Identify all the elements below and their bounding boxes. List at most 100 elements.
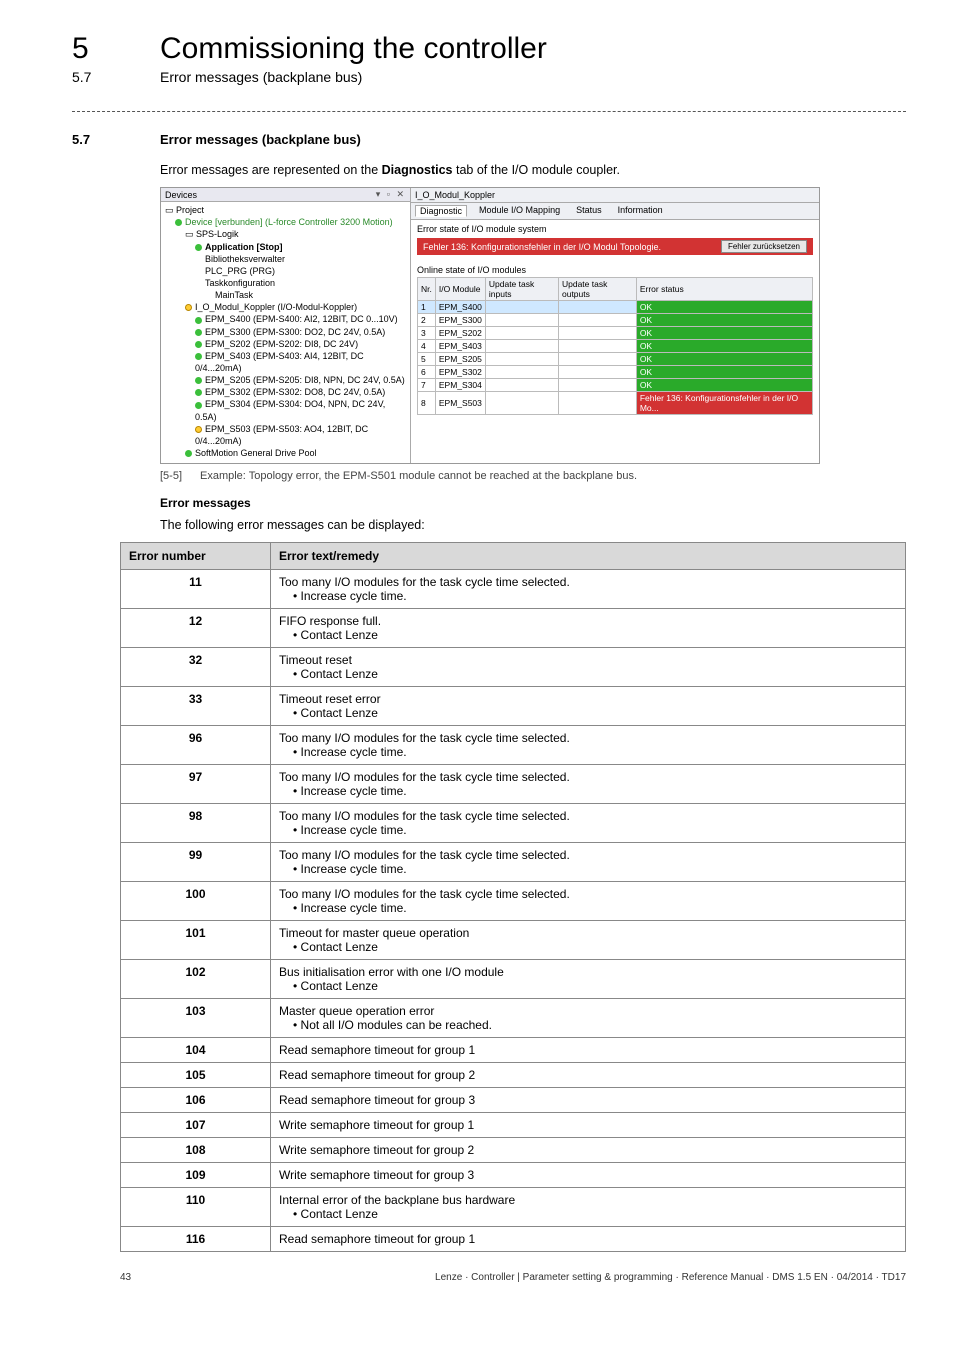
module-table-cell: EPM_S403 <box>435 340 485 353</box>
status-dot-icon <box>185 450 192 457</box>
devices-panel-header: Devices ▾ ▫ ✕ <box>161 188 410 202</box>
status-dot-icon <box>175 219 182 226</box>
module-table-header: I/O Module <box>435 278 485 301</box>
intro-text-pre: Error messages are represented on the <box>160 163 382 177</box>
error-number-cell: 12 <box>121 609 271 648</box>
error-banner-text: Fehler 136: Konfigurationsfehler in der … <box>423 242 661 252</box>
tree-device-label: Device [verbunden] (L-force Controller 3… <box>185 217 393 227</box>
error-number-cell: 96 <box>121 726 271 765</box>
error-messages-lead: The following error messages can be disp… <box>160 516 906 534</box>
error-text-cell: Write semaphore timeout for group 2 <box>271 1138 906 1163</box>
status-dot-icon <box>195 341 202 348</box>
error-text-cell: Timeout reset• Contact Lenze <box>271 648 906 687</box>
module-table-cell <box>485 379 558 392</box>
editor-tab[interactable]: Diagnostic <box>415 205 467 217</box>
error-number-cell: 103 <box>121 999 271 1038</box>
tree-project: ▭ Project <box>165 204 408 216</box>
editor-tab[interactable]: Module I/O Mapping <box>475 205 564 217</box>
error-number-cell: 102 <box>121 960 271 999</box>
module-table-cell: 7 <box>418 379 436 392</box>
error-number-cell: 106 <box>121 1088 271 1113</box>
tree-module: EPM_S205 (EPM-S205: DI8, NPN, DC 24V, 0.… <box>165 374 408 386</box>
tree-task-label: Taskkonfiguration <box>205 278 275 288</box>
tree-app-label: Application [Stop] <box>205 242 283 252</box>
error-table-row: 103Master queue operation error• Not all… <box>121 999 906 1038</box>
module-table-cell <box>485 301 558 314</box>
error-table-row: 101Timeout for master queue operation• C… <box>121 921 906 960</box>
module-table-cell: EPM_S503 <box>435 392 485 415</box>
module-table-cell: EPM_S304 <box>435 379 485 392</box>
module-table-row: 7EPM_S304 OK <box>418 379 813 392</box>
tree-lib-label: Bibliotheksverwalter <box>205 254 285 264</box>
tree-application: Application [Stop] <box>165 241 408 253</box>
devices-panel: Devices ▾ ▫ ✕ ▭ Project Device [verbunde… <box>161 188 411 463</box>
module-table-header: Error status <box>636 278 812 301</box>
error-number-cell: 110 <box>121 1188 271 1227</box>
error-table-row: 108Write semaphore timeout for group 2 <box>121 1138 906 1163</box>
error-number-cell: 101 <box>121 921 271 960</box>
tree-module: EPM_S202 (EPM-S202: DI8, DC 24V) <box>165 338 408 350</box>
error-text-cell: FIFO response full.• Contact Lenze <box>271 609 906 648</box>
tree-module: EPM_S304 (EPM-S304: DO4, NPN, DC 24V, 0.… <box>165 398 408 422</box>
error-number-cell: 33 <box>121 687 271 726</box>
module-table-cell: OK <box>636 314 812 327</box>
module-table-row: 5EPM_S205OK <box>418 353 813 366</box>
editor-panel: I_O_Modul_Koppler Diagnostic Module I/O M… <box>411 188 819 463</box>
module-table-row: 4EPM_S403OK <box>418 340 813 353</box>
tree-plc: PLC_PRG (PRG) <box>165 265 408 277</box>
error-table-row: 100Too many I/O modules for the task cyc… <box>121 882 906 921</box>
error-state-label: Error state of I/O module system <box>411 220 819 236</box>
error-messages-heading: Error messages <box>160 496 906 510</box>
caption-number: [5-5] <box>160 470 200 482</box>
error-banner: Fehler 136: Konfigurationsfehler in der … <box>417 238 813 255</box>
section-number: 5.7 <box>72 132 160 147</box>
module-table-row: 8EPM_S503Fehler 136: Konfigurationsfehle… <box>418 392 813 415</box>
error-table-row: 96Too many I/O modules for the task cycl… <box>121 726 906 765</box>
module-table-cell <box>558 314 636 327</box>
error-table-col-text: Error text/remedy <box>271 543 906 570</box>
intro-text-bold: Diagnostics <box>382 163 453 177</box>
tree-module: EPM_S403 (EPM-S403: AI4, 12BIT, DC 0/4..… <box>165 350 408 374</box>
error-table-row: 98Too many I/O modules for the task cycl… <box>121 804 906 843</box>
status-dot-icon <box>195 402 202 409</box>
warning-dot-icon <box>185 304 192 311</box>
editor-file-tabs: I_O_Modul_Koppler <box>411 188 819 203</box>
error-number-cell: 104 <box>121 1038 271 1063</box>
module-table-cell <box>558 340 636 353</box>
module-table-cell <box>485 327 558 340</box>
module-table-cell: OK <box>636 366 812 379</box>
module-table-row: 3EPM_S202OK <box>418 327 813 340</box>
error-table-row: 32Timeout reset• Contact Lenze <box>121 648 906 687</box>
module-table-cell: EPM_S202 <box>435 327 485 340</box>
editor-tab[interactable]: Information <box>614 205 667 217</box>
tree-module: EPM_S503 (EPM-S503: AO4, 12BIT, DC 0/4..… <box>165 423 408 447</box>
separator-dashed <box>72 111 906 112</box>
error-table-row: 11Too many I/O modules for the task cycl… <box>121 570 906 609</box>
error-table-row: 116Read semaphore timeout for group 1 <box>121 1227 906 1252</box>
device-tree: ▭ Project Device [verbunden] (L-force Co… <box>161 202 410 463</box>
caption-text: Example: Topology error, the EPM-S501 mo… <box>200 470 637 482</box>
module-table-row: 1EPM_S400OK <box>418 301 813 314</box>
module-table-cell: 6 <box>418 366 436 379</box>
devices-panel-title: Devices <box>165 190 197 200</box>
reset-errors-button[interactable]: Fehler zurücksetzen <box>721 240 807 253</box>
error-text-cell: Internal error of the backplane bus hard… <box>271 1188 906 1227</box>
module-table-cell: OK <box>636 379 812 392</box>
error-table-row: 104Read semaphore timeout for group 1 <box>121 1038 906 1063</box>
error-table-row: 33Timeout reset error• Contact Lenze <box>121 687 906 726</box>
error-text-cell: Master queue operation error• Not all I/… <box>271 999 906 1038</box>
tree-taskconfig: Taskkonfiguration <box>165 277 408 289</box>
subsection-number: 5.7 <box>72 69 160 85</box>
tree-maintask-label: MainTask <box>215 290 253 300</box>
tree-sps: ▭ SPS-Logik <box>165 228 408 240</box>
editor-tab[interactable]: Status <box>572 205 606 217</box>
module-table-cell: 4 <box>418 340 436 353</box>
figure-caption: [5-5] Example: Topology error, the EPM-S… <box>160 470 906 482</box>
status-dot-icon <box>195 317 202 324</box>
chapter-number: 5 <box>72 32 160 65</box>
editor-subtabs: Diagnostic Module I/O Mapping Status Inform… <box>411 203 819 220</box>
module-table-cell <box>558 392 636 415</box>
module-table-cell <box>558 353 636 366</box>
intro-paragraph: Error messages are represented on the Di… <box>160 161 906 179</box>
module-table-cell: Fehler 136: Konfigurationsfehler in der … <box>636 392 812 415</box>
